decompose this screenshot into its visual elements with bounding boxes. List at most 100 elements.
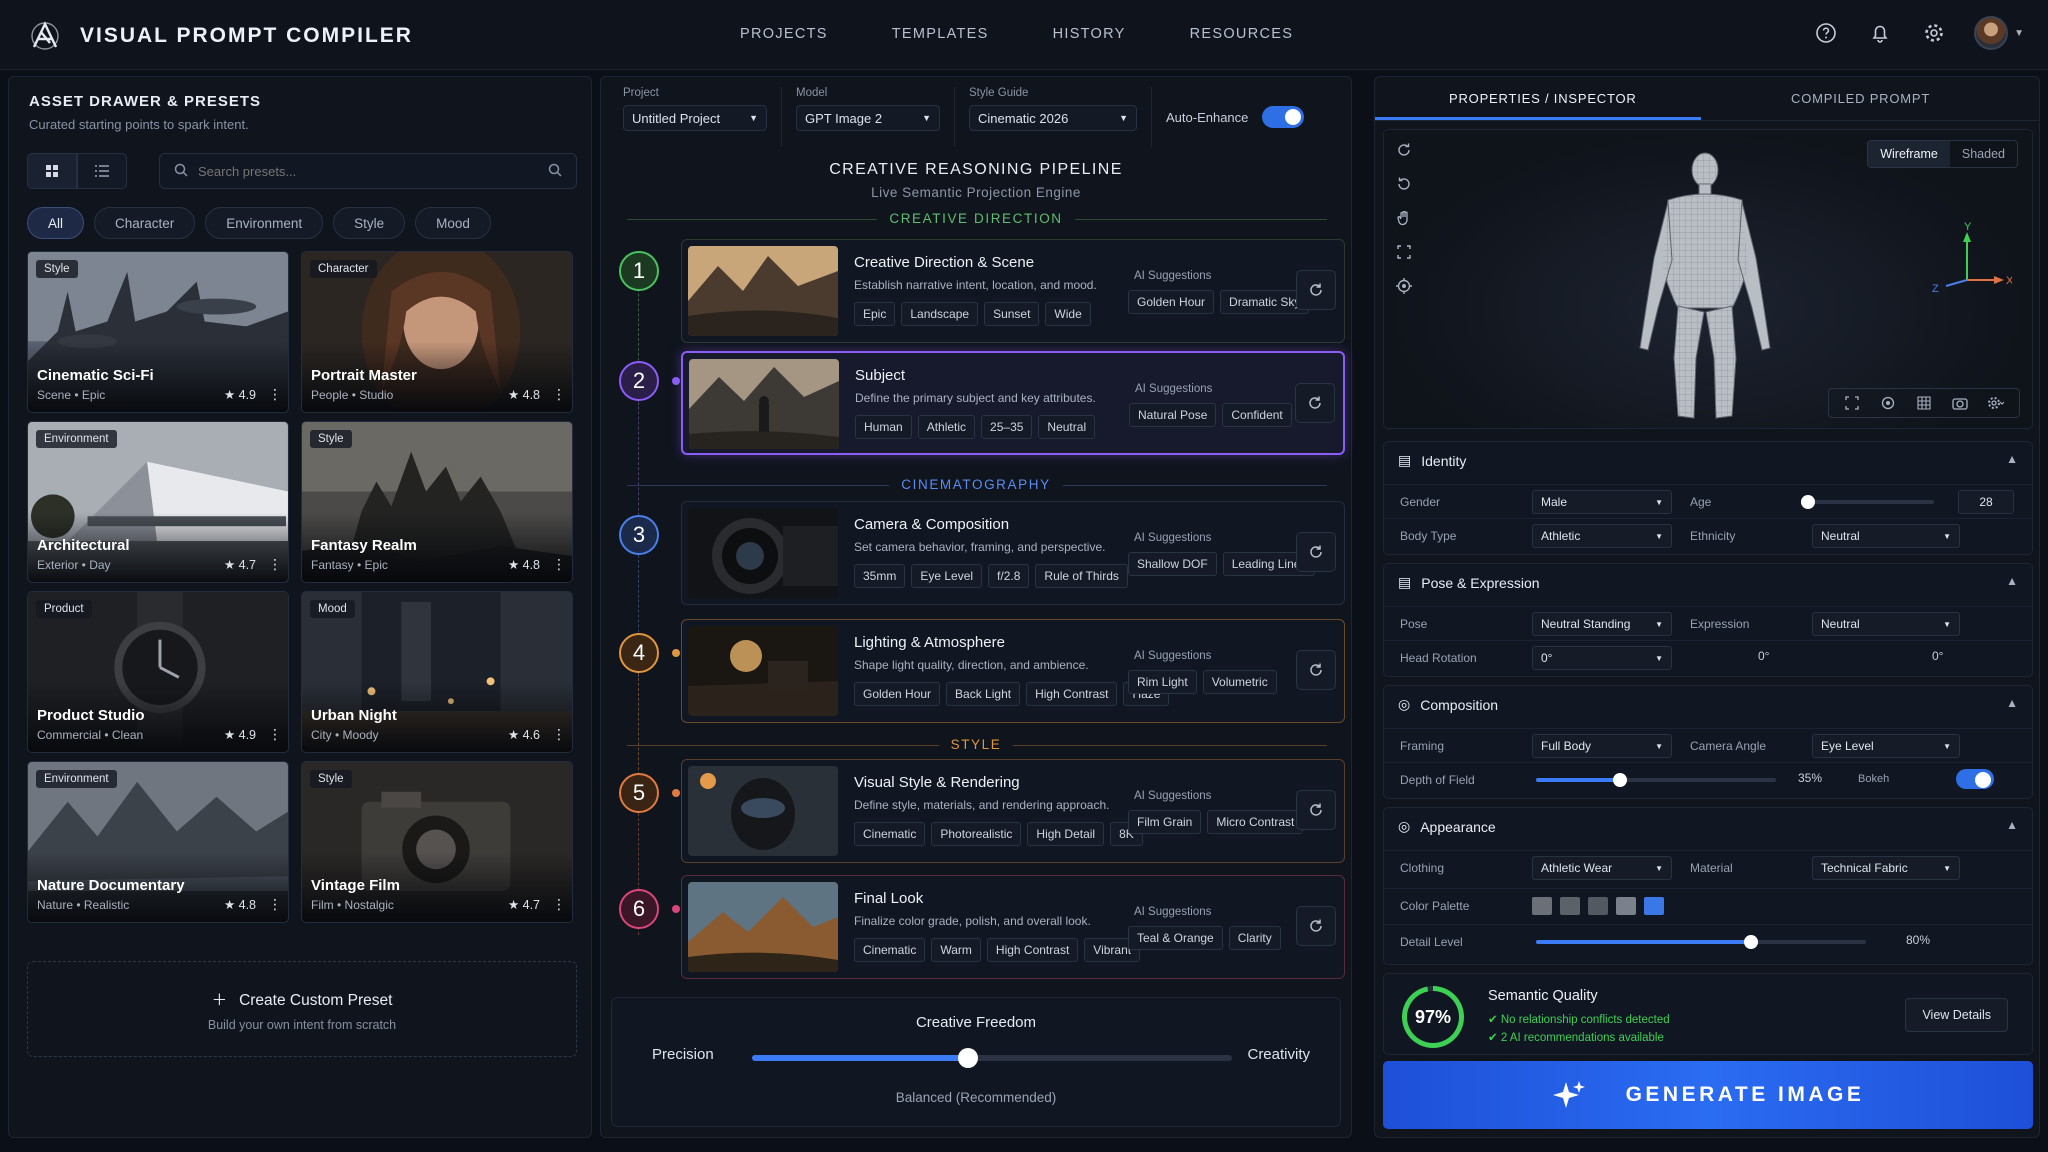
nav-projects[interactable]: PROJECTS (740, 26, 828, 42)
expression-dropdown[interactable]: Neutral ▼ (1812, 612, 1960, 636)
bokeh-toggle[interactable] (1956, 769, 1994, 789)
age-value[interactable]: 28 (1958, 490, 2014, 514)
color-swatch[interactable] (1616, 897, 1636, 915)
stage-chip[interactable]: Wide (1045, 302, 1091, 326)
ai-chip[interactable]: Volumetric (1202, 670, 1277, 694)
gender-dropdown[interactable]: Male ▼ (1532, 490, 1672, 514)
body-type-dropdown[interactable]: Athletic ▼ (1532, 524, 1672, 548)
stage-chip[interactable]: Human (855, 415, 912, 439)
filter-mood[interactable]: Mood (415, 207, 491, 239)
visibility-icon[interactable] (1873, 393, 1903, 413)
chevron-up-icon[interactable]: ▲ (2006, 818, 2018, 832)
head-rotation-x[interactable]: 0° ▼ (1532, 646, 1672, 670)
style-guide-dropdown[interactable]: Cinematic 2026 ▼ (969, 105, 1137, 131)
stage-chip[interactable]: Neutral (1038, 415, 1096, 439)
stage-card[interactable]: Creative Direction & Scene Establish nar… (681, 239, 1345, 343)
ai-chip[interactable]: Film Grain (1128, 810, 1202, 834)
search-input[interactable] (198, 163, 538, 179)
stage-chip[interactable]: High Detail (1027, 822, 1105, 846)
ai-chip[interactable]: Shallow DOF (1128, 552, 1217, 576)
chevron-up-icon[interactable]: ▲ (2006, 452, 2018, 466)
preset-card[interactable]: Mood Urban Night City • Moody ★ 4.6 ⋮ (301, 591, 573, 753)
creative-freedom-slider[interactable] (752, 1048, 1232, 1068)
dof-slider-handle[interactable] (1613, 773, 1627, 787)
filter-all[interactable]: All (27, 207, 85, 239)
nav-history[interactable]: HISTORY (1053, 26, 1126, 42)
list-view-icon[interactable] (77, 153, 127, 189)
grid-icon[interactable] (1909, 393, 1939, 413)
detail-slider-handle[interactable] (1743, 935, 1758, 949)
color-swatch[interactable] (1560, 897, 1580, 915)
more-icon[interactable]: ⋮ (268, 556, 282, 573)
bell-icon[interactable] (1866, 19, 1894, 47)
ai-chip[interactable]: Confident (1222, 403, 1292, 427)
preset-card[interactable]: Environment Nature Documentary Nature • … (27, 761, 289, 923)
age-slider[interactable] (1801, 495, 1934, 509)
stage-card[interactable]: Lighting & Atmosphere Shape light qualit… (681, 619, 1345, 723)
stage-chip[interactable]: High Contrast (1026, 682, 1118, 706)
refresh-icon[interactable] (1296, 270, 1336, 310)
age-slider-handle[interactable] (1801, 495, 1815, 509)
create-custom-preset-button[interactable]: ＋ Create Custom Preset Build your own int… (27, 961, 577, 1057)
stage-card[interactable]: Camera & Composition Set camera behavior… (681, 501, 1345, 605)
more-icon[interactable]: ⋮ (268, 386, 282, 403)
auto-enhance-toggle[interactable] (1262, 106, 1305, 128)
tab-compiled-prompt[interactable]: COMPILED PROMPT (1791, 91, 1930, 106)
preset-card[interactable]: Product Product Studio Commercial • Clea… (27, 591, 289, 753)
ai-chip[interactable]: Golden Hour (1128, 290, 1215, 314)
ai-chip[interactable]: Natural Pose (1129, 403, 1217, 427)
user-menu[interactable]: ▼ (1974, 16, 2024, 50)
fit-frame-icon[interactable] (1394, 242, 1414, 262)
refresh-icon[interactable] (1295, 383, 1335, 423)
camera-icon[interactable] (1945, 393, 1975, 413)
rotate-icon[interactable] (1394, 140, 1414, 160)
more-icon[interactable]: ⋮ (552, 556, 566, 573)
stage-chip[interactable]: Landscape (901, 302, 979, 326)
filter-environment[interactable]: Environment (205, 207, 324, 239)
avatar[interactable] (1974, 16, 2009, 50)
refresh-icon[interactable] (1296, 650, 1336, 690)
appearance-header[interactable]: ◎ Appearance (1398, 818, 1496, 835)
nav-resources[interactable]: RESOURCES (1190, 26, 1294, 42)
wireframe-mode-button[interactable]: Wireframe (1868, 141, 1950, 167)
ai-chip[interactable]: Teal & Orange (1128, 926, 1223, 950)
stage-chip[interactable]: Sunset (984, 302, 1040, 326)
fullscreen-icon[interactable] (1837, 393, 1867, 413)
help-icon[interactable] (1812, 19, 1840, 47)
chevron-up-icon[interactable]: ▲ (2006, 696, 2018, 710)
stage-chip[interactable]: Cinematic (854, 938, 926, 962)
head-rotation-z[interactable]: 0° (1932, 649, 1943, 667)
stage-chip[interactable]: Athletic (917, 415, 976, 439)
stage-chip[interactable]: Golden Hour (854, 682, 941, 706)
project-dropdown[interactable]: Untitled Project ▼ (623, 105, 767, 131)
more-icon[interactable]: ⋮ (552, 726, 566, 743)
search-submit-icon[interactable] (548, 163, 562, 180)
color-swatch[interactable] (1588, 897, 1608, 915)
color-swatch[interactable] (1644, 897, 1664, 915)
detail-slider[interactable] (1536, 935, 1866, 949)
stage-card[interactable]: Visual Style & Rendering Define style, m… (681, 759, 1345, 863)
pose-header[interactable]: ▤ Pose & Expression (1398, 574, 1540, 591)
composition-header[interactable]: ◎ Composition (1398, 696, 1498, 713)
ai-chip[interactable]: Clarity (1228, 926, 1281, 950)
chevron-up-icon[interactable]: ▲ (2006, 574, 2018, 588)
preset-card[interactable]: Character Portrait Master People • Studi… (301, 251, 573, 413)
preset-card[interactable]: Style Vintage Film Film • Nostalgic ★ 4.… (301, 761, 573, 923)
more-icon[interactable]: ⋮ (268, 726, 282, 743)
slider-handle[interactable] (958, 1048, 978, 1068)
framing-dropdown[interactable]: Full Body ▼ (1532, 734, 1672, 758)
refresh-icon[interactable] (1296, 906, 1336, 946)
viewport-settings-icon[interactable] (1981, 393, 2011, 413)
target-icon[interactable] (1394, 276, 1414, 296)
model-viewport[interactable]: Wireframe Shaded Y X Z (1383, 129, 2033, 429)
preset-card[interactable]: Environment Architectural Exterior • Day… (27, 421, 289, 583)
material-dropdown[interactable]: Technical Fabric ▼ (1812, 856, 1960, 880)
ai-chip[interactable]: Rim Light (1128, 670, 1197, 694)
clothing-dropdown[interactable]: Athletic Wear ▼ (1532, 856, 1672, 880)
more-icon[interactable]: ⋮ (552, 386, 566, 403)
identity-header[interactable]: ▤ Identity (1398, 452, 1466, 469)
stage-chip[interactable]: Cinematic (854, 822, 926, 846)
more-icon[interactable]: ⋮ (552, 896, 566, 913)
stage-chip[interactable]: Back Light (946, 682, 1021, 706)
view-details-button[interactable]: View Details (1905, 998, 2008, 1032)
